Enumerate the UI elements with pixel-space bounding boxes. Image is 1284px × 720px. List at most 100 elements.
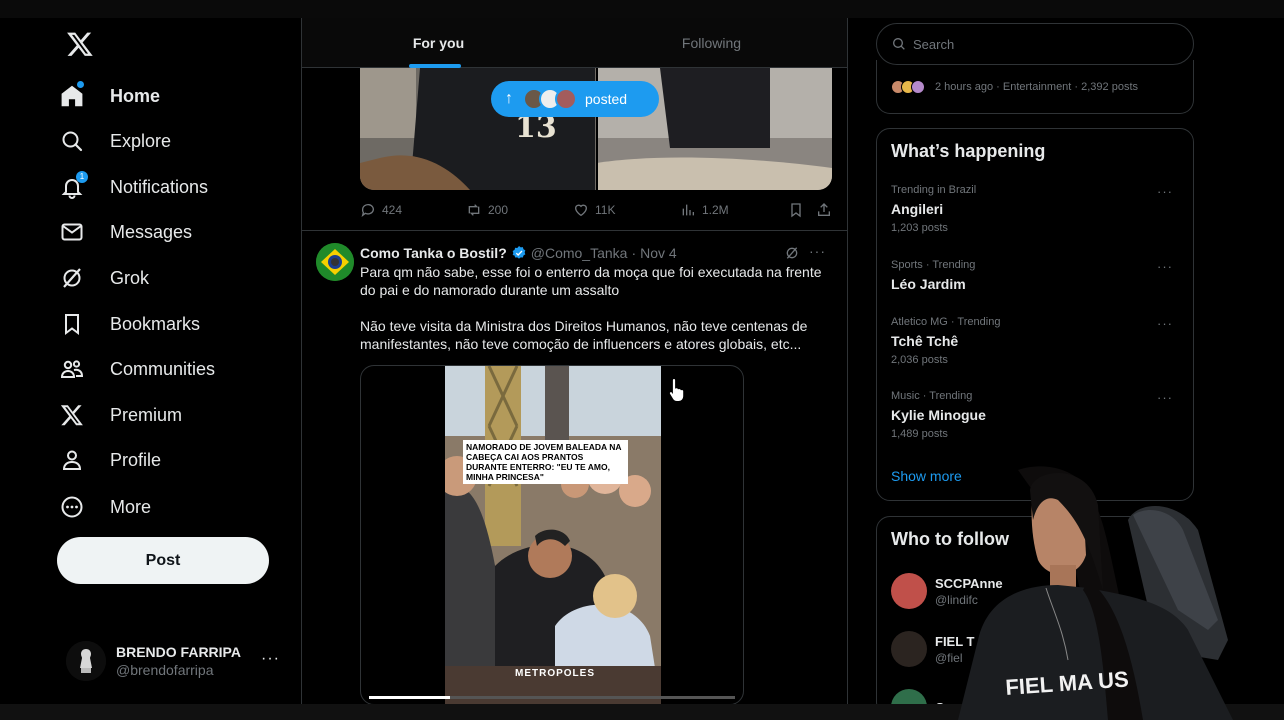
previous-tweet-actions: 424 200 11K 1.2M: [360, 200, 838, 220]
trend-name: Léo Jardim: [891, 276, 966, 292]
live-avatar: [911, 79, 925, 94]
x-logo-icon[interactable]: [66, 30, 94, 58]
trend-item[interactable]: Music · Trending Kylie Minogue 1,489 pos…: [891, 390, 1181, 440]
grok-icon: [60, 266, 98, 290]
tweet-separator: ·: [631, 245, 637, 261]
bell-icon: 1: [60, 171, 98, 199]
tab-for-you[interactable]: For you: [302, 18, 575, 68]
tweet-video[interactable]: NAMORADO DE JOVEM BALEADA NA CABEÇA CAI …: [360, 365, 744, 704]
live-event-card[interactable]: 2 hours ago · Entertainment · 2,392 post…: [876, 60, 1194, 114]
whats-happening-panel: What’s happening Trending in Brazil Angi…: [876, 128, 1194, 501]
grok-icon[interactable]: [784, 245, 800, 264]
reply-button[interactable]: 424: [360, 202, 402, 218]
trend-context: Trending in Brazil: [891, 184, 977, 196]
video-progress-bar[interactable]: [369, 696, 735, 699]
analytics-icon: [682, 204, 694, 216]
trend-count: 1,203 posts: [891, 222, 948, 234]
arrow-up-icon: ↑: [505, 90, 513, 107]
nav-label-more: More: [110, 496, 152, 517]
tweet-header: Como Tanka o Bostil? @Como_Tanka · Nov 4…: [360, 243, 830, 263]
hand-cursor-icon: [668, 377, 685, 402]
nav-label-profile: Profile: [110, 449, 162, 470]
trend-more-icon[interactable]: ···: [1157, 316, 1173, 331]
account-switcher[interactable]: BRENDO FARRIPA @brendofarripa ···: [66, 636, 288, 686]
like-button[interactable]: 11K: [573, 202, 615, 218]
trend-count: 1,489 posts: [891, 428, 948, 440]
tweet-paragraph: Não teve visita da Ministra dos Direitos…: [360, 318, 808, 352]
views-count: 1.2M: [702, 203, 729, 217]
nav-item-bookmarks[interactable]: Bookmarks: [60, 302, 200, 346]
home-icon: [60, 81, 98, 108]
bookmark-icon: [60, 312, 98, 336]
trend-item[interactable]: Trending in Brazil Angileri 1,203 posts …: [891, 184, 1181, 234]
repost-count: 200: [488, 203, 509, 217]
trend-context: Atletico MG · Trending: [891, 316, 1001, 328]
heart-icon: [574, 204, 588, 217]
active-tab-indicator: [409, 64, 461, 68]
tweet-date[interactable]: Nov 4: [640, 245, 677, 261]
share-button[interactable]: [816, 202, 838, 218]
verified-badge-icon: [512, 246, 526, 259]
tweet-divider: [302, 230, 847, 231]
bookmark-icon: [791, 203, 801, 218]
reply-icon: [361, 204, 374, 217]
video-frame: NAMORADO DE JOVEM BALEADA NA CABEÇA CAI …: [445, 366, 661, 704]
nav-item-grok[interactable]: Grok: [60, 256, 149, 300]
post-button[interactable]: Post: [57, 537, 269, 584]
views-button[interactable]: 1.2M: [680, 202, 729, 218]
avatar: [66, 641, 106, 681]
nav-label-premium: Premium: [110, 404, 183, 425]
nav-item-explore[interactable]: Explore: [60, 119, 171, 163]
trend-more-icon[interactable]: ···: [1157, 184, 1173, 199]
tab-following[interactable]: Following: [575, 18, 847, 68]
nav-item-premium[interactable]: Premium: [60, 393, 182, 437]
left-sidebar: Home Explore 1 Notifications Messages Gr…: [0, 18, 302, 704]
tweet-text: Para qm não sabe, esse foi o enterro da …: [360, 263, 830, 371]
new-posts-label: posted: [585, 91, 628, 107]
video-progress-fill: [369, 696, 450, 699]
nav-item-messages[interactable]: Messages: [60, 210, 192, 254]
account-more-icon[interactable]: ···: [261, 650, 280, 668]
notification-badge: 1: [76, 171, 88, 183]
person-icon: [60, 448, 98, 472]
search-icon: [893, 38, 905, 50]
nav-item-more[interactable]: More: [60, 485, 151, 529]
x-logo-icon: [60, 403, 98, 427]
repost-button[interactable]: 200: [466, 202, 508, 218]
nav-item-home[interactable]: Home: [60, 74, 160, 118]
account-handle: @brendofarripa: [116, 662, 214, 678]
trend-context: Music · Trending: [891, 390, 973, 402]
home-unread-dot: [77, 81, 84, 88]
tweet-author-handle[interactable]: @Como_Tanka: [531, 245, 628, 261]
window-top-bar: [0, 0, 1284, 18]
trend-item[interactable]: Atletico MG · Trending Tchê Tchê 2,036 p…: [891, 316, 1181, 366]
nav-label-bookmarks: Bookmarks: [110, 313, 201, 334]
trend-more-icon[interactable]: ···: [1157, 259, 1173, 274]
video-still: [445, 366, 661, 704]
nav-label-messages: Messages: [110, 221, 193, 242]
trend-name: Angileri: [891, 201, 944, 217]
live-event-meta: 2 hours ago · Entertainment · 2,392 post…: [935, 80, 1139, 93]
new-posts-pill[interactable]: ↑ posted: [491, 81, 659, 117]
nav-item-notifications[interactable]: 1 Notifications: [60, 165, 208, 209]
timeline[interactable]: For you Following 13 ↑ posted 424 200 11…: [302, 18, 848, 704]
nav-label-home: Home: [110, 85, 161, 106]
trend-item[interactable]: Sports · Trending Léo Jardim ···: [891, 259, 1181, 292]
nav-item-profile[interactable]: Profile: [60, 438, 161, 482]
search-input[interactable]: Search: [876, 23, 1194, 65]
tweet-more-icon[interactable]: ···: [809, 243, 826, 259]
nav-item-communities[interactable]: Communities: [60, 347, 215, 391]
like-count: 11K: [595, 203, 616, 217]
search-placeholder: Search: [913, 36, 955, 52]
trend-more-icon[interactable]: ···: [1157, 390, 1173, 405]
nav-label-communities: Communities: [110, 358, 216, 379]
tweet-avatar[interactable]: [316, 243, 354, 281]
share-icon: [818, 203, 830, 216]
timeline-tabs: For you Following: [302, 18, 847, 68]
bookmark-button[interactable]: [788, 202, 810, 218]
avatar: [891, 631, 927, 667]
nav-label-notifications: Notifications: [110, 176, 209, 197]
tweet-author-name[interactable]: Como Tanka o Bostil?: [360, 245, 507, 261]
tweet-paragraph: Para qm não sabe, esse foi o enterro da …: [360, 264, 822, 298]
trend-name: Kylie Minogue: [891, 407, 986, 423]
